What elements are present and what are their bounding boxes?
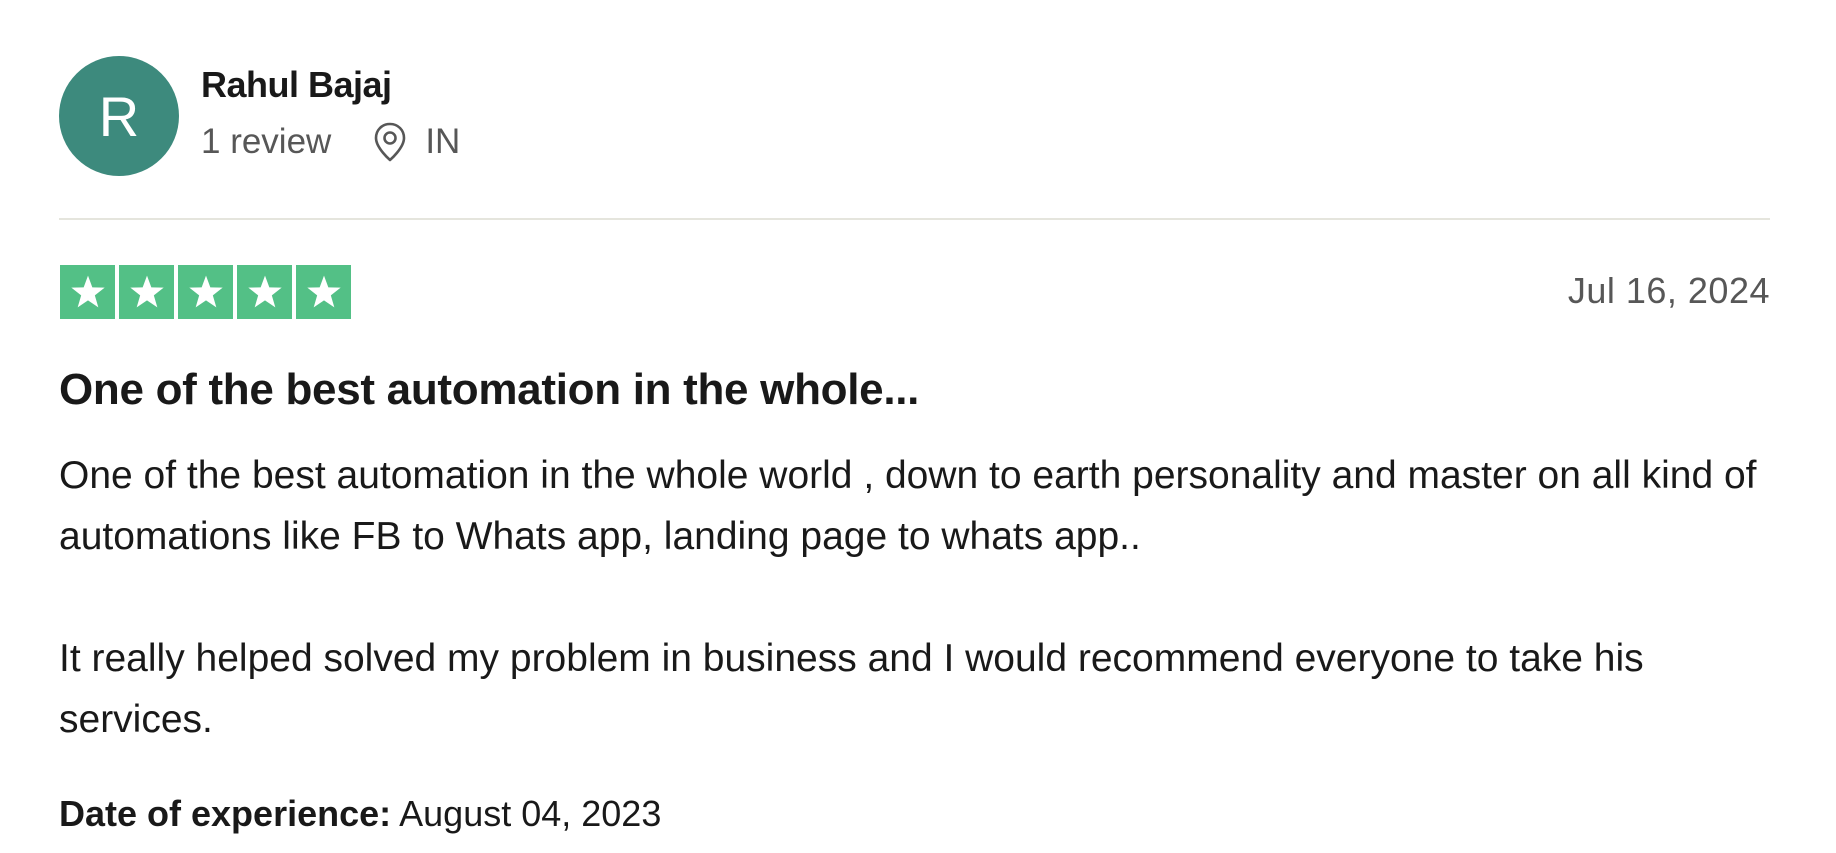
star-icon — [237, 265, 292, 319]
review-title[interactable]: One of the best automation in the whole.… — [59, 365, 919, 415]
review-body: One of the best automation in the whole … — [59, 445, 1779, 750]
star-icon — [119, 265, 174, 319]
date-of-experience: Date of experience: August 04, 2023 — [59, 793, 661, 835]
reviewer-meta: 1 review IN — [201, 122, 460, 162]
divider — [59, 218, 1770, 220]
experience-label: Date of experience: — [59, 793, 392, 834]
reviewer-country: IN — [425, 122, 461, 161]
experience-date: August 04, 2023 — [399, 793, 662, 834]
review-paragraph: It really helped solved my problem in bu… — [59, 637, 1644, 741]
star-rating — [60, 265, 351, 319]
star-icon — [178, 265, 233, 319]
star-icon — [60, 265, 115, 319]
reviewer-name[interactable]: Rahul Bajaj — [201, 64, 392, 106]
avatar[interactable]: R — [59, 56, 179, 176]
review-paragraph: One of the best automation in the whole … — [59, 454, 1757, 558]
star-icon — [296, 265, 351, 319]
reviewer-header: R Rahul Bajaj 1 review IN — [59, 56, 1770, 176]
review-date: Jul 16, 2024 — [1567, 270, 1770, 311]
map-pin-icon — [375, 122, 406, 162]
review-count: 1 review — [201, 122, 332, 161]
